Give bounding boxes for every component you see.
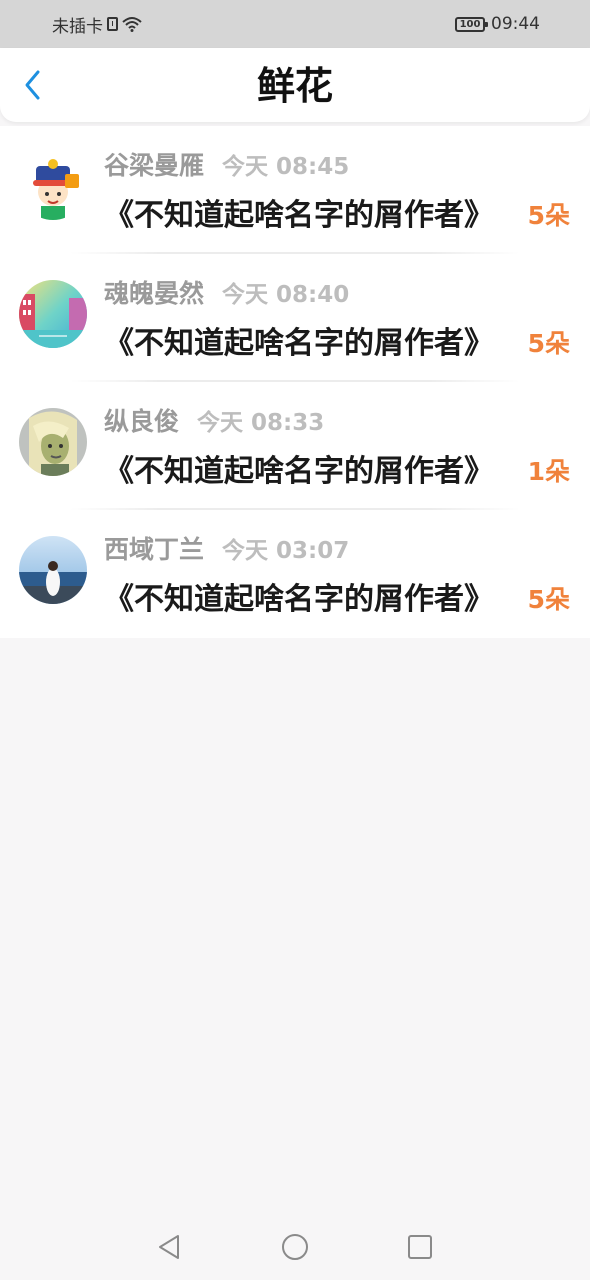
list-item[interactable]: 西域丁兰 今天 03:07 《不知道起啥名字的屑作者》 5朵	[0, 510, 590, 638]
item-meta: 西域丁兰 今天 03:07	[104, 530, 349, 566]
circle-home-icon	[282, 1234, 308, 1260]
timestamp: 今天 03:07	[222, 538, 350, 564]
triangle-back-icon	[159, 1235, 179, 1259]
flower-count: 5朵	[527, 201, 570, 230]
system-nav-bar	[0, 1214, 590, 1280]
avatar[interactable]	[19, 280, 87, 348]
carrier-text: 未插卡	[52, 16, 103, 37]
nav-back-button[interactable]	[154, 1232, 184, 1262]
flower-count: 5朵	[527, 329, 570, 358]
timestamp: 今天 08:45	[222, 154, 350, 180]
flower-list: 谷梁曼雁 今天 08:45 《不知道起啥名字的屑作者》 5朵 魂魄晏然 今天 0…	[0, 126, 590, 638]
timestamp: 今天 08:40	[222, 282, 350, 308]
flower-count: 5朵	[527, 585, 570, 614]
avatar[interactable]	[19, 536, 87, 604]
wifi-icon	[122, 17, 142, 32]
avatar[interactable]	[19, 152, 87, 220]
sim-alert-icon	[107, 17, 118, 31]
user-name[interactable]: 西域丁兰	[104, 530, 204, 566]
header: 鲜花	[0, 48, 590, 122]
status-left: 未插卡	[52, 12, 142, 37]
user-name[interactable]: 纵良俊	[104, 402, 179, 438]
work-title[interactable]: 《不知道起啥名字的屑作者》	[104, 446, 494, 490]
nav-home-button[interactable]	[280, 1232, 310, 1262]
clock-text: 09:44	[491, 14, 540, 34]
battery-icon: 100	[455, 16, 488, 32]
nav-recents-button[interactable]	[405, 1232, 435, 1262]
item-meta: 魂魄晏然 今天 08:40	[104, 274, 349, 310]
screen: 未插卡 100 09:44 鲜花 谷梁曼雁 今天 08:45 《不知道起啥名字的…	[0, 0, 590, 1280]
list-item[interactable]: 魂魄晏然 今天 08:40 《不知道起啥名字的屑作者》 5朵	[0, 254, 590, 382]
avatar[interactable]	[19, 408, 87, 476]
user-name[interactable]: 魂魄晏然	[104, 274, 204, 310]
timestamp: 今天 08:33	[197, 410, 325, 436]
status-right: 100 09:44	[455, 12, 540, 36]
status-bar: 未插卡 100 09:44	[0, 0, 590, 48]
list-item[interactable]: 纵良俊 今天 08:33 《不知道起啥名字的屑作者》 1朵	[0, 382, 590, 510]
user-name[interactable]: 谷梁曼雁	[104, 146, 204, 182]
work-title[interactable]: 《不知道起啥名字的屑作者》	[104, 318, 494, 362]
work-title[interactable]: 《不知道起啥名字的屑作者》	[104, 190, 494, 234]
square-recents-icon	[408, 1235, 432, 1259]
list-item[interactable]: 谷梁曼雁 今天 08:45 《不知道起啥名字的屑作者》 5朵	[0, 126, 590, 254]
work-title[interactable]: 《不知道起啥名字的屑作者》	[104, 574, 494, 618]
flower-count: 1朵	[527, 457, 570, 486]
item-meta: 纵良俊 今天 08:33	[104, 402, 324, 438]
item-meta: 谷梁曼雁 今天 08:45	[104, 146, 349, 182]
page-title: 鲜花	[256, 64, 333, 108]
